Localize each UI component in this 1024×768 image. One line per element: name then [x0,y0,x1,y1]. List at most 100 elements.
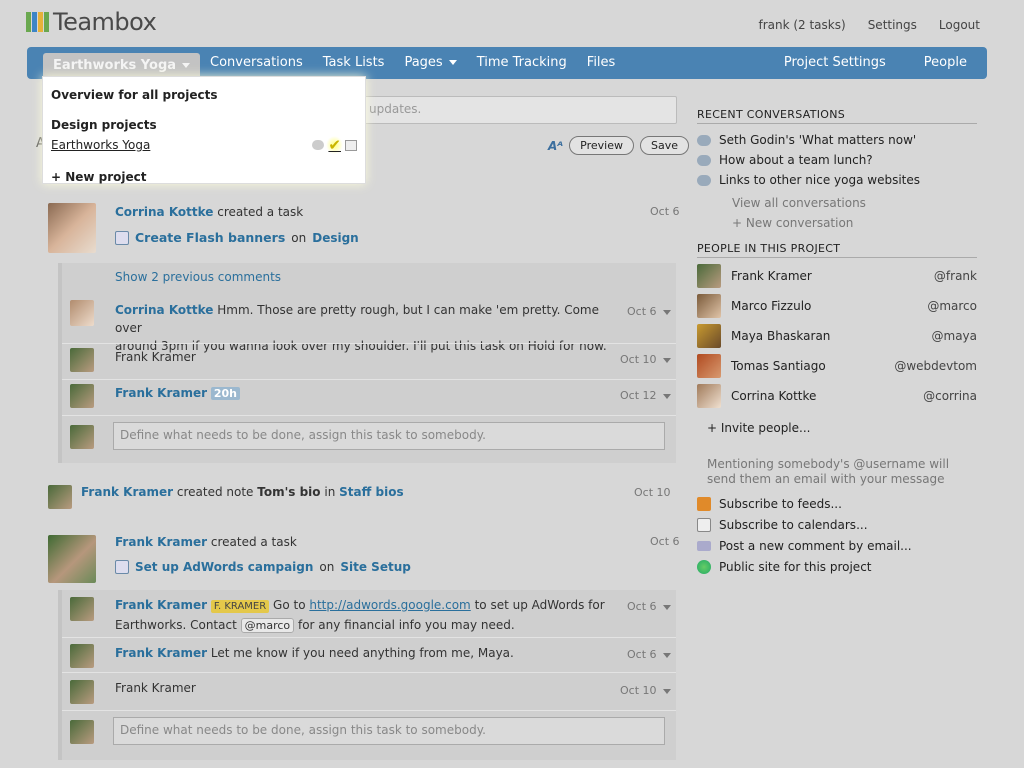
task-icon [115,560,129,574]
tab-people[interactable]: People [914,47,977,79]
task-list-link[interactable]: Design [312,231,359,245]
tab-pages-label: Pages [404,55,443,70]
comment-date-label: Oct 6 [627,648,657,661]
dropdown-project-item[interactable]: Earthworks Yoga ✔ [51,136,357,154]
preview-button[interactable]: Preview [569,136,634,155]
chevron-down-icon [662,688,671,694]
activity-author[interactable]: Frank Kramer [81,485,173,499]
teambox-logo[interactable]: Teambox [26,8,157,36]
comment-date[interactable]: Oct 10 [620,353,671,366]
task-link[interactable]: Create Flash banners [135,230,285,245]
note-link[interactable]: Tom's bio [257,485,320,499]
save-button[interactable]: Save [639,136,689,155]
divider [62,710,676,711]
logout-link[interactable]: Logout [939,18,980,32]
settings-link[interactable]: Settings [868,18,917,32]
person-row[interactable]: Corrina Kottke @corrina [697,381,977,411]
comment-header: Frank Kramer 20h [115,384,240,403]
comment-date[interactable]: Oct 6 [627,648,671,661]
calendar-icon [697,517,711,532]
comment-date-label: Oct 6 [627,600,657,613]
view-all-conversations[interactable]: View all conversations [732,196,977,216]
comment-url-link[interactable]: http://adwords.google.com [309,598,470,612]
conversation-item[interactable]: How about a team lunch? [697,150,977,170]
tab-files[interactable]: Files [577,47,626,79]
comment-author[interactable]: Corrina Kottke [115,303,213,317]
comment-date[interactable]: Oct 6 [627,305,671,318]
tab-pages[interactable]: Pages [394,47,466,79]
comment-body: Go to [273,598,306,612]
status-input[interactable]: updates. [360,96,677,124]
mail-icon [697,540,711,551]
person-row[interactable]: Frank Kramer @frank [697,261,977,291]
activity-header: Frank Kramer created a task [115,535,297,549]
conversation-item[interactable]: Seth Godin's 'What matters now' [697,130,977,150]
activity-task-line: Set up AdWords campaign on Site Setup [115,560,411,574]
task-list-link[interactable]: Site Setup [340,560,410,574]
invite-people-link[interactable]: + Invite people... [707,421,977,435]
conversation-item[interactable]: Links to other nice yoga websites [697,170,977,190]
avatar [70,680,94,704]
activity-author[interactable]: Corrina Kottke [115,205,213,219]
link-label: Post a new comment by email... [719,538,912,553]
comment-date-label: Oct 10 [620,684,657,697]
comment-author[interactable]: Frank Kramer [115,598,207,612]
activity-action: created a task [210,535,297,549]
person-username: @frank [933,269,977,283]
tab-task-lists[interactable]: Task Lists [313,47,395,79]
link-label: Public site for this project [719,559,872,574]
email-comment-link[interactable]: Post a new comment by email... [697,535,977,556]
new-conversation-link[interactable]: + New conversation [732,216,977,238]
chevron-down-icon [662,393,671,399]
status-actions: Aᴬ Preview Save [548,136,689,155]
avatar [697,264,721,288]
comment-author[interactable]: Frank Kramer [115,348,196,366]
comment-author[interactable]: Frank Kramer [115,679,196,697]
dropdown-overview[interactable]: Overview for all projects [51,88,357,102]
person-name: Tomas Santiago [731,359,826,373]
chevron-down-icon [448,60,457,65]
new-project-link[interactable]: + New project [51,170,357,184]
user-menu[interactable]: frank (2 tasks) [758,18,845,32]
project-navbar: Earthworks Yoga Conversations Task Lists… [27,47,987,79]
tab-conversations[interactable]: Conversations [200,47,313,79]
task-link[interactable]: Set up AdWords campaign [135,560,313,574]
people-title: PEOPLE IN THIS PROJECT [697,242,977,258]
comment-author[interactable]: Frank Kramer [115,386,207,400]
page-link[interactable]: Staff bios [339,485,403,499]
avatar [697,324,721,348]
subscribe-feeds-link[interactable]: Subscribe to feeds... [697,493,977,514]
tab-time-tracking[interactable]: Time Tracking [467,47,577,79]
comment-date[interactable]: Oct 6 [627,600,671,613]
project-switcher-label: Earthworks Yoga [53,58,177,73]
sidebar: RECENT CONVERSATIONS Seth Godin's 'What … [697,108,977,577]
comment-date-label: Oct 6 [627,305,657,318]
person-username: @corrina [923,389,977,403]
comment-date[interactable]: Oct 12 [620,389,671,402]
comment-date[interactable]: Oct 10 [620,684,671,697]
conversation-icon [697,174,711,186]
person-row[interactable]: Marco Fizzulo @marco [697,291,977,321]
calendar-icon [345,139,357,151]
rss-icon [697,496,711,511]
logo-icon [26,12,49,32]
chevron-down-icon [662,604,671,610]
comment-date-label: Oct 12 [620,389,657,402]
show-previous-comments[interactable]: Show 2 previous comments [115,270,281,284]
person-row[interactable]: Maya Bhaskaran @maya [697,321,977,351]
mention-tag[interactable]: @marco [240,618,295,633]
activity-task-line: Create Flash banners on Design [115,230,359,245]
comment-author[interactable]: Frank Kramer [115,646,207,660]
task-comment-input[interactable]: Define what needs to be done, assign thi… [113,422,665,450]
public-site-link[interactable]: Public site for this project [697,556,977,577]
task-comment-input[interactable]: Define what needs to be done, assign thi… [113,717,665,745]
person-row[interactable]: Tomas Santiago @webdevtom [697,351,977,381]
mention-hint-line1: Mentioning somebody's @username will [707,457,950,471]
subscribe-calendars-link[interactable]: Subscribe to calendars... [697,514,977,535]
task-icon [115,230,129,245]
tab-project-settings[interactable]: Project Settings [774,47,896,79]
text-format-icon[interactable]: Aᴬ [548,139,563,153]
activity-author[interactable]: Frank Kramer [115,535,207,549]
conversation-icon [697,154,711,166]
link-label: Subscribe to feeds... [719,496,842,511]
